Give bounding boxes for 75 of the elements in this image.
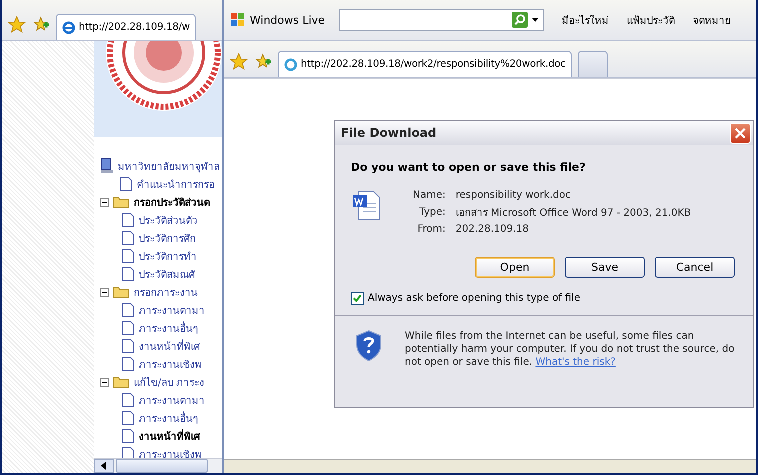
tree-item[interactable]: กรอกภาระงาน — [134, 284, 198, 300]
field-label: From: — [416, 224, 446, 235]
tree-item[interactable]: ประวัติการทำ — [139, 248, 197, 264]
tree-item[interactable]: ภาระงานตามา — [139, 302, 205, 318]
caret-icon[interactable] — [532, 18, 540, 22]
tree-item[interactable]: ภาระงานเชิงพ — [139, 446, 202, 458]
field-value: เอกสาร Microsoft Office Word 97 - 2003, 21.0KB — [456, 207, 692, 220]
dialog-title: File Download — [341, 126, 437, 140]
shield-question-icon — [355, 330, 383, 362]
tree-item[interactable]: กรอกประวัติส่วนต — [134, 194, 210, 210]
star-icon[interactable] — [230, 53, 248, 71]
search-field[interactable] — [339, 9, 544, 31]
dialog-button[interactable]: Cancel — [655, 257, 735, 278]
add-favorite-icon[interactable] — [254, 53, 272, 71]
tab-url: http://202.28.109.18/w — [79, 22, 190, 33]
word-document-icon — [351, 190, 383, 222]
warning-text: While files from the Internet can be useful, some files can potentially harm your computer. If you do not trust the source, do not open or save this file. What's the risk? — [405, 330, 735, 369]
page-icon — [122, 266, 135, 282]
close-button[interactable] — [730, 122, 751, 144]
windows-logo-icon — [230, 12, 246, 28]
tree-item[interactable]: ภาระงานตามา — [139, 392, 205, 408]
toolbar-link[interactable]: มีอะไรใหม่ — [562, 12, 610, 28]
scroll-left-button[interactable] — [94, 459, 114, 473]
page-icon — [122, 302, 135, 318]
page-icon — [122, 230, 135, 246]
risk-link[interactable]: What's the risk? — [536, 357, 616, 368]
page-icon — [122, 392, 135, 408]
tree-item[interactable]: ภาระงานเชิงพ — [139, 356, 202, 372]
page-icon — [122, 356, 135, 372]
page-icon — [120, 176, 133, 192]
dialog-question: Do you want to open or save this file? — [351, 161, 587, 174]
brand-name: Windows Live — [250, 14, 326, 26]
page-icon — [122, 212, 135, 228]
tree-item[interactable]: ภาระงานอื่นๆ — [139, 320, 198, 336]
field-value: responsibility work.doc — [456, 190, 572, 201]
loading-icon — [284, 58, 298, 72]
close-icon[interactable] — [735, 128, 746, 138]
field-label: Name: — [413, 190, 446, 201]
folder-icon — [113, 196, 130, 208]
left-arrow-icon[interactable] — [101, 462, 107, 470]
tree-item[interactable]: คำแนะนำการกรอ — [137, 176, 215, 192]
page-icon — [122, 338, 135, 354]
folder-icon — [113, 286, 130, 298]
tree-item[interactable]: งานหน้าที่พิเศ — [139, 338, 200, 354]
tab-url: http://202.28.109.18/work2/responsibility%20work.doc — [301, 59, 566, 70]
page-icon — [122, 428, 135, 444]
star-icon[interactable] — [8, 16, 26, 34]
computer-icon — [100, 158, 114, 174]
browser-tab[interactable]: http://202.28.109.18/w — [56, 14, 196, 40]
collapse-icon[interactable] — [100, 288, 109, 296]
dialog-button[interactable]: Open — [475, 257, 555, 278]
toolbar-link[interactable]: แฟ้มประวัติ — [627, 12, 676, 28]
tree-root[interactable]: มหาวิทยาลัยมหาจุฬาล — [118, 158, 220, 174]
folder-icon — [113, 376, 130, 388]
tree-item[interactable]: งานหน้าที่พิเศ — [139, 428, 200, 444]
browser-tab[interactable]: http://202.28.109.18/work2/responsibility%20work.doc — [278, 51, 572, 77]
checkbox[interactable] — [351, 292, 364, 305]
field-value: 202.28.109.18 — [456, 224, 530, 235]
checkbox-label: Always ask before opening this type of file — [368, 293, 580, 304]
browser-icon — [62, 20, 76, 34]
collapse-icon[interactable] — [100, 378, 109, 386]
dialog-button[interactable]: Save — [565, 257, 645, 278]
tree-item[interactable]: ประวัติสมณศั — [139, 266, 195, 282]
page-icon — [122, 320, 135, 336]
tree-item[interactable]: ประวัติการศึก — [139, 230, 196, 246]
page-icon — [122, 410, 135, 426]
scrollbar-thumb[interactable] — [116, 459, 208, 473]
tree-item[interactable]: ประวัติส่วนตัว — [139, 212, 198, 228]
tree-item[interactable]: แก้ไข/ลบ ภาระง — [134, 374, 205, 390]
field-label: Type: — [418, 207, 446, 218]
page-icon — [122, 248, 135, 264]
toolbar-link[interactable]: จดหมาย — [693, 12, 732, 28]
tree-item[interactable]: ภาระงานอื่นๆ — [139, 410, 198, 426]
add-favorite-icon[interactable] — [32, 16, 50, 34]
collapse-icon[interactable] — [100, 198, 109, 206]
